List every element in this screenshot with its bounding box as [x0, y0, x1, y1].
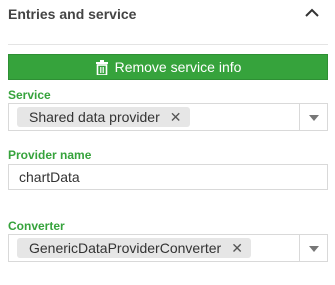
converter-dropdown-toggle[interactable]	[299, 235, 327, 261]
entries-service-panel: Entries and service Remove service info …	[0, 0, 335, 285]
converter-select[interactable]: GenericDataProviderConverter ✕	[8, 234, 328, 262]
panel-title: Entries and service	[8, 6, 137, 22]
service-dropdown-toggle[interactable]	[299, 104, 327, 130]
divider	[8, 44, 328, 45]
provider-name-input[interactable]	[8, 164, 328, 190]
converter-chip-label: GenericDataProviderConverter	[29, 240, 222, 256]
remove-service-info-button[interactable]: Remove service info	[8, 54, 328, 80]
chevron-down-icon	[308, 239, 319, 257]
close-icon[interactable]: ✕	[231, 240, 243, 257]
service-chip: Shared data provider ✕	[17, 107, 190, 127]
service-chip-label: Shared data provider	[29, 109, 160, 125]
converter-label: Converter	[8, 219, 65, 233]
remove-service-info-label: Remove service info	[114, 59, 242, 75]
service-select[interactable]: Shared data provider ✕	[8, 103, 328, 131]
service-label: Service	[8, 88, 51, 102]
chevron-down-icon	[308, 108, 319, 126]
provider-name-label: Provider name	[8, 148, 92, 162]
panel-header[interactable]: Entries and service	[0, 0, 335, 34]
converter-chip: GenericDataProviderConverter ✕	[17, 238, 251, 258]
close-icon[interactable]: ✕	[170, 109, 182, 126]
trash-icon	[95, 59, 109, 76]
chevron-up-icon[interactable]	[303, 6, 321, 20]
